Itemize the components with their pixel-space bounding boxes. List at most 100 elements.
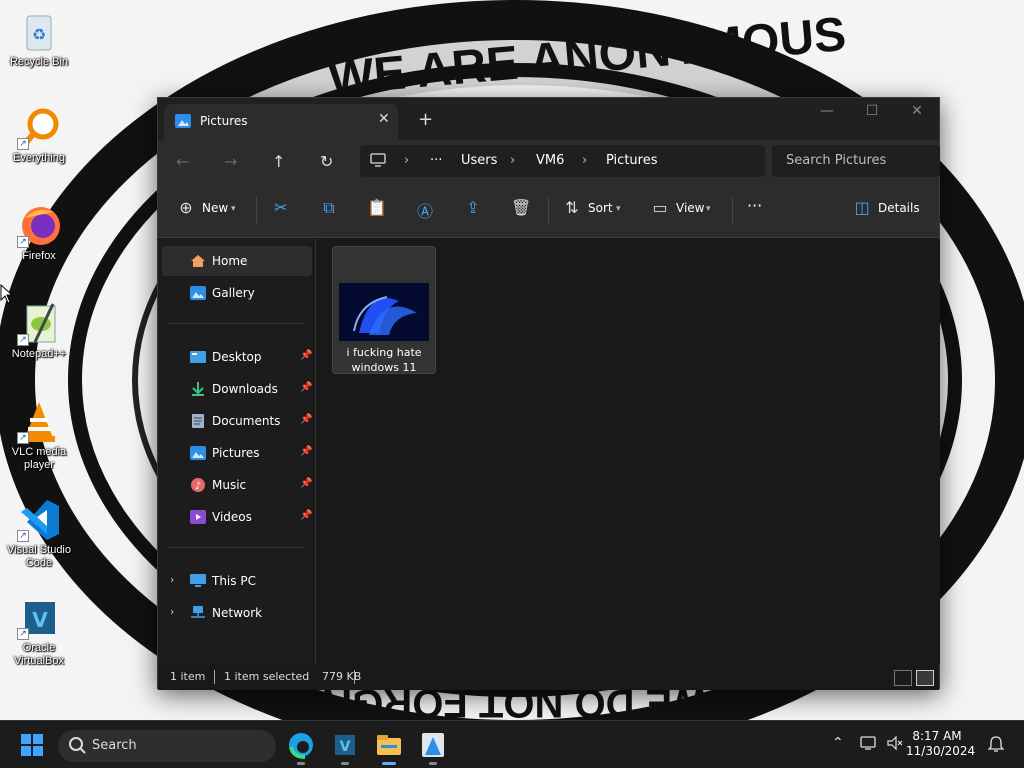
taskbar: Search V ⌃ 8:17 AM 11/30/2024: [0, 720, 1024, 768]
taskbar-search-box[interactable]: Search: [58, 730, 276, 762]
sidebar-item-desktop[interactable]: Desktop 📌: [162, 342, 312, 372]
new-plus-icon[interactable]: ⊕: [176, 198, 196, 218]
navigation-pane: Home Gallery Desktop 📌 Downloads 📌 Docum…: [158, 239, 315, 664]
monitor-icon[interactable]: [370, 153, 386, 171]
new-tab-button[interactable]: +: [418, 109, 433, 130]
sidebar-item-downloads[interactable]: Downloads 📌: [162, 374, 312, 404]
file-explorer-window[interactable]: Pictures ✕ + — ☐ ✕ ← → ↑ ↻ › ··· Users ›…: [157, 97, 940, 690]
svg-text:V: V: [340, 739, 351, 755]
close-tab-icon[interactable]: ✕: [378, 111, 390, 127]
sidebar-item-label: Gallery: [212, 286, 255, 300]
desktop-icon-vscode[interactable]: ↗ Visual Studio Code: [4, 498, 74, 570]
shortcut-arrow-icon: ↗: [17, 432, 29, 444]
search-placeholder: Search Pictures: [786, 153, 887, 168]
breadcrumb-vm6[interactable]: VM6: [536, 153, 564, 168]
system-clock[interactable]: 8:17 AM 11/30/2024: [906, 729, 976, 759]
file-name: i fucking hate windows 11: [346, 346, 422, 374]
sidebar-item-pictures[interactable]: Pictures 📌: [162, 438, 312, 468]
sidebar-item-label: Network: [212, 606, 263, 620]
notepad-plus-plus-icon: ↗: [17, 302, 61, 346]
minimize-button[interactable]: —: [812, 103, 842, 123]
details-pane-icon[interactable]: ◫: [852, 198, 872, 218]
desktop-icon-label: Everything: [13, 152, 65, 164]
file-explorer-icon[interactable]: [373, 729, 405, 765]
breadcrumb-pictures[interactable]: Pictures: [606, 153, 657, 168]
network-status-icon[interactable]: [860, 735, 878, 755]
vscode-app-icon[interactable]: V: [329, 729, 361, 765]
back-button[interactable]: ←: [176, 152, 189, 171]
edge-icon[interactable]: [285, 729, 317, 765]
large-icons-view-icon[interactable]: [916, 670, 934, 686]
sidebar-item-home[interactable]: Home: [162, 246, 312, 276]
chevron-down-icon: ▾: [231, 204, 236, 214]
view-icon[interactable]: ▭: [650, 198, 670, 218]
rename-icon[interactable]: Ⓐ: [415, 198, 435, 221]
bell-icon[interactable]: [987, 735, 1005, 757]
divider: [548, 196, 549, 224]
divider: [168, 323, 304, 324]
pin-icon: 📌: [300, 350, 313, 361]
cut-icon[interactable]: ✂: [271, 198, 291, 218]
pin-icon: 📌: [300, 446, 313, 457]
sidebar-item-label: Home: [212, 254, 248, 268]
music-icon: ♪: [190, 478, 206, 492]
pin-icon: 📌: [300, 414, 313, 425]
details-view-icon[interactable]: [894, 670, 912, 686]
sidebar-item-documents[interactable]: Documents 📌: [162, 406, 312, 436]
sidebar-item-videos[interactable]: Videos 📌: [162, 502, 312, 532]
chevron-right-icon[interactable]: ›: [170, 605, 174, 618]
desktop-icon-label: Firefox: [22, 250, 56, 262]
desktop-folder-icon: [190, 350, 206, 364]
sidebar-item-this-pc[interactable]: › This PC: [162, 566, 312, 596]
title-bar[interactable]: Pictures ✕ + — ☐ ✕: [158, 98, 939, 140]
running-indicator: [429, 762, 437, 765]
delete-icon[interactable]: 🗑: [511, 198, 531, 218]
chevron-down-icon: ▾: [616, 204, 621, 214]
close-window-button[interactable]: ✕: [902, 103, 932, 123]
sidebar-item-network[interactable]: › Network: [162, 598, 312, 628]
tab-pictures[interactable]: Pictures ✕: [164, 104, 398, 140]
sidebar-item-music[interactable]: ♪ Music 📌: [162, 470, 312, 500]
shortcut-arrow-icon: ↗: [17, 236, 29, 248]
paste-icon[interactable]: 📋: [367, 198, 387, 218]
copy-icon[interactable]: ⧉: [319, 198, 339, 218]
desktop-icon-everything[interactable]: ↗ Everything: [4, 106, 74, 165]
svg-text:♻: ♻: [32, 25, 46, 44]
desktop-icon-vlc[interactable]: ↗ VLC media player: [4, 400, 74, 472]
address-bar[interactable]: › ··· Users › VM6 › Pictures: [360, 145, 765, 177]
svg-text:♪: ♪: [195, 481, 201, 492]
desktop-icon-recycle-bin[interactable]: ♻ Recycle Bin: [4, 10, 74, 69]
up-button[interactable]: ↑: [272, 152, 285, 171]
sidebar-item-label: Desktop: [212, 350, 262, 364]
clock-date: 11/30/2024: [906, 744, 976, 758]
sidebar-item-gallery[interactable]: Gallery: [162, 278, 312, 308]
breadcrumb-overflow[interactable]: ···: [430, 153, 442, 168]
sort-icon[interactable]: ⇅: [562, 198, 582, 218]
volume-muted-icon[interactable]: [886, 735, 904, 755]
file-list[interactable]: i fucking hate windows 11: [316, 239, 940, 664]
desktop-icon-notepad-plus-plus[interactable]: ↗ Notepad++: [4, 302, 74, 361]
desktop-icon-virtualbox[interactable]: V ↗ Oracle VirtualBox: [4, 596, 74, 668]
view-button[interactable]: View: [676, 201, 704, 215]
details-button[interactable]: Details: [878, 201, 920, 215]
snipping-tool-icon[interactable]: [417, 729, 449, 765]
sort-button[interactable]: Sort: [588, 201, 613, 215]
refresh-button[interactable]: ↻: [320, 152, 333, 171]
chevron-right-icon[interactable]: ›: [170, 573, 174, 586]
start-button[interactable]: [16, 729, 48, 761]
search-input[interactable]: Search Pictures: [772, 145, 940, 177]
new-button[interactable]: New: [202, 201, 228, 215]
sidebar-item-label: Music: [212, 478, 247, 492]
breadcrumb-users[interactable]: Users: [461, 153, 497, 168]
divider: [354, 670, 355, 684]
file-item[interactable]: i fucking hate windows 11: [332, 246, 436, 374]
pin-icon: 📌: [300, 478, 313, 489]
running-indicator: [341, 762, 349, 765]
more-options-button[interactable]: ···: [747, 196, 762, 215]
forward-button[interactable]: →: [224, 152, 237, 171]
maximize-button[interactable]: ☐: [857, 103, 887, 123]
shortcut-arrow-icon: ↗: [17, 530, 29, 542]
share-icon[interactable]: ⇪: [463, 198, 483, 218]
desktop-icon-firefox[interactable]: ↗ Firefox: [4, 204, 74, 263]
show-hidden-icons-chevron[interactable]: ⌃: [832, 735, 844, 751]
